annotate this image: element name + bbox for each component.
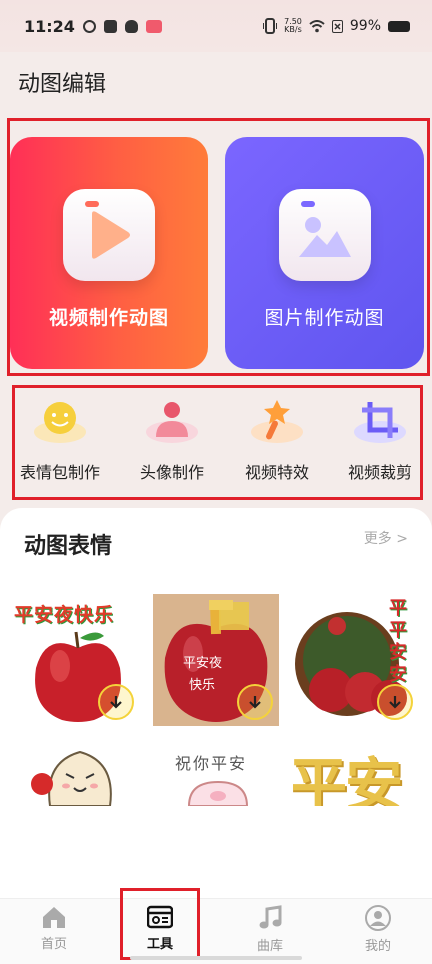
tool-avatar-maker[interactable]: 头像制作: [120, 395, 224, 495]
tool-sticker-maker-label: 表情包制作: [19, 463, 100, 482]
status-left: 11:24: [24, 17, 162, 36]
section-title: 动图表情: [24, 534, 113, 559]
message-notification-icon: [103, 19, 117, 33]
gif-tile[interactable]: 平安夜 快乐: [153, 594, 279, 726]
bottom-tab-bar: 首页 工具 曲库 我的: [0, 898, 432, 964]
gif-tile[interactable]: 平安: [293, 738, 419, 806]
net-speed-unit: KB/s: [284, 25, 302, 34]
net-speed: 7.50 KB/s: [284, 18, 302, 34]
tool-sticker-maker[interactable]: 表情包制作: [8, 395, 112, 495]
image-to-gif-card[interactable]: 图片制作动图: [225, 137, 424, 369]
gif-caption: 平安: [293, 751, 403, 806]
gif-tile[interactable]: [12, 738, 140, 806]
home-indicator: [130, 956, 302, 960]
tab-music-library[interactable]: 曲库: [226, 905, 314, 961]
app-notification-icon: [82, 19, 96, 33]
tool-video-crop-label: 视频裁剪: [347, 463, 412, 482]
more-link[interactable]: 更多 >: [364, 528, 408, 548]
gif-caption-line-2: 快乐: [189, 678, 216, 693]
wifi-icon: [309, 19, 325, 32]
download-button[interactable]: [377, 684, 413, 720]
download-arrow-icon: [110, 696, 122, 709]
download-arrow-icon: [389, 696, 401, 709]
music-note-icon: [259, 905, 282, 929]
battery-percent: 99%: [349, 18, 381, 34]
tool-video-crop[interactable]: 视频裁剪: [328, 395, 432, 495]
tool-video-effects-label: 视频特效: [244, 463, 309, 482]
tab-profile-label: 我的: [364, 939, 391, 954]
cat-notification-icon: [124, 19, 138, 33]
tab-profile[interactable]: 我的: [334, 905, 422, 961]
avatar-person-icon: [142, 395, 202, 445]
vibrate-icon: [263, 18, 278, 34]
gif-caption: 平平安安: [389, 598, 407, 685]
app-badge-icon: [145, 19, 162, 33]
download-button[interactable]: [98, 684, 134, 720]
tool-avatar-maker-label: 头像制作: [139, 463, 204, 482]
gif-tile[interactable]: 祝你平安: [153, 738, 279, 806]
pig-character-image: [187, 780, 249, 806]
gif-tile[interactable]: 平平安安: [293, 594, 419, 726]
smiley-icon: [30, 395, 90, 445]
gif-caption: 平安夜快乐: [14, 604, 115, 626]
status-right: 7.50 KB/s 99%: [263, 18, 410, 34]
video-to-gif-label: 视频制作动图: [48, 307, 169, 329]
video-to-gif-card[interactable]: 视频制作动图: [10, 137, 208, 369]
download-button[interactable]: [237, 684, 273, 720]
home-icon: [43, 907, 65, 928]
sim-x-icon: [331, 19, 343, 33]
video-play-icon: [63, 189, 155, 281]
page-title: 动图编辑: [18, 72, 107, 97]
tool-video-effects[interactable]: 视频特效: [225, 395, 329, 495]
gif-tile[interactable]: 平安夜快乐: [12, 594, 140, 726]
tab-highlight-frame: [120, 888, 200, 960]
image-to-gif-label: 图片制作动图: [264, 307, 385, 329]
magic-wand-icon: [247, 395, 307, 445]
crop-icon: [350, 395, 410, 445]
cartoon-character-image: [31, 750, 112, 806]
gif-caption: 祝你平安: [175, 754, 248, 773]
status-bar: 11:24 7.50 KB/s 99%: [0, 0, 432, 52]
download-arrow-icon: [249, 696, 261, 709]
tab-home-label: 首页: [40, 937, 67, 952]
status-time: 11:24: [24, 16, 75, 36]
gif-caption-line-1: 平安夜: [183, 656, 223, 671]
image-landscape-icon: [278, 189, 371, 281]
tab-music-library-label: 曲库: [256, 939, 283, 954]
tab-home[interactable]: 首页: [10, 905, 98, 961]
user-profile-icon: [365, 905, 391, 931]
battery-icon: [388, 20, 410, 32]
